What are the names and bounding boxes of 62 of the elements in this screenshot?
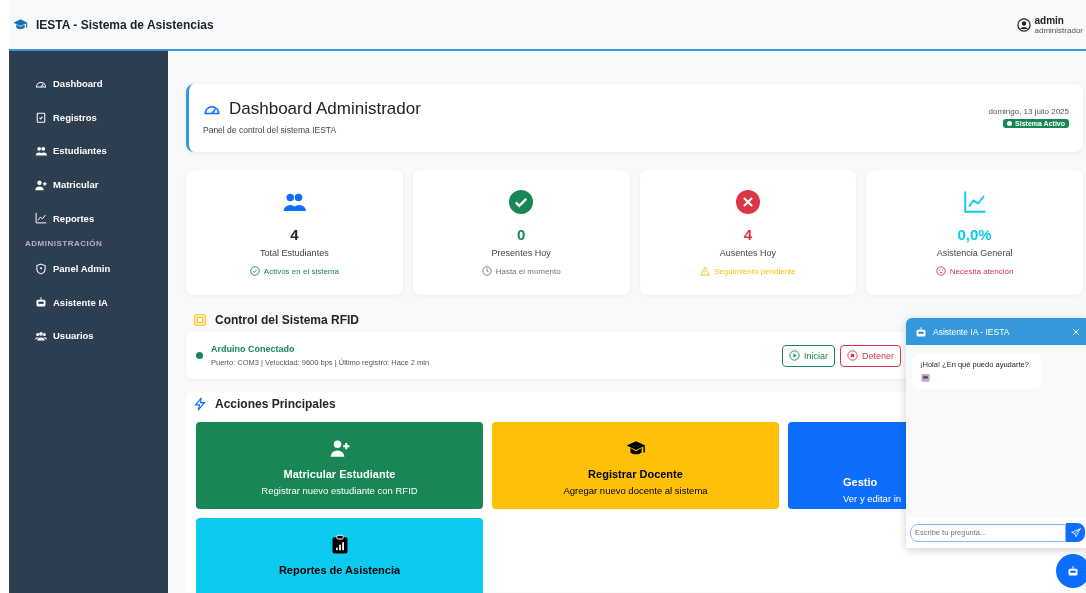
stat-label: Presentes Hoy <box>491 248 551 258</box>
close-button[interactable] <box>1071 326 1081 337</box>
user-avatar-icon <box>1016 17 1031 32</box>
stat-note: Hasta el momento <box>495 266 561 276</box>
clipboard-icon <box>35 111 47 124</box>
check-circle-icon <box>249 266 260 276</box>
chip-icon <box>193 313 207 327</box>
sidebar-item[interactable]: Registros <box>9 100 168 135</box>
stat-note: Seguimiento pendiente <box>713 266 796 276</box>
sidebar-item[interactable]: Dashboard <box>9 67 168 101</box>
sidebar-section-heading: ADMINISTRACIÓN <box>24 237 104 250</box>
action-card[interactable]: Reportes de Asistencia <box>196 518 483 593</box>
current-date: domingo, 13 julio 2025 <box>988 106 1069 116</box>
play-icon <box>788 350 800 361</box>
stat-value: 4 <box>743 226 753 243</box>
warning-icon <box>699 266 710 276</box>
people-icon <box>35 329 47 342</box>
brand-title[interactable]: IESTA - Sistema de Asistencias <box>36 17 214 32</box>
stat-label: Total Estudiantes <box>260 248 329 258</box>
robot-emoji-icon <box>920 372 931 383</box>
robot-icon <box>915 325 927 338</box>
robot-icon <box>35 296 47 309</box>
action-card[interactable]: Matricular Estudiante Registrar nuevo estudiante con RFID <box>196 422 483 509</box>
stat-value: 4 <box>290 226 299 243</box>
sidebar-item[interactable]: Panel Admin <box>9 251 168 286</box>
sidebar-item[interactable]: Reportes <box>9 201 168 235</box>
stop-button[interactable]: Detener <box>839 344 901 367</box>
stat-label: Asistencia General <box>936 248 1013 258</box>
stat-note: Necesita atención <box>949 266 1014 276</box>
status-dot <box>196 352 203 359</box>
sad-face-icon <box>935 266 946 276</box>
send-button[interactable] <box>1066 523 1085 542</box>
lightning-icon <box>193 397 207 411</box>
stop-icon <box>846 350 858 361</box>
user-name[interactable]: admin <box>1034 14 1083 26</box>
stat-note: Activos en el sistema <box>263 266 339 276</box>
line-chart-icon <box>35 212 47 225</box>
person-add-icon <box>329 438 350 458</box>
shield-icon <box>35 262 47 275</box>
send-icon <box>1070 527 1081 538</box>
page-subtitle: Panel de control del sistema IESTA <box>203 125 338 135</box>
page-title: Dashboard Administrador <box>229 99 421 119</box>
robot-icon <box>1067 565 1079 577</box>
sidebar-item[interactable]: Matricular <box>9 167 168 202</box>
sidebar-item[interactable]: Usuarios <box>9 319 168 353</box>
chat-title: Asistente IA - IESTA <box>933 326 1011 337</box>
stat-value: 0 <box>516 226 526 243</box>
action-card[interactable]: Registrar Docente Agregar nuevo docente al sistema <box>492 422 779 509</box>
device-status: Arduino Conectado <box>211 344 295 354</box>
graduation-cap-icon <box>13 17 28 32</box>
start-button[interactable]: Iniciar <box>781 344 835 367</box>
stat-value: 0,0% <box>957 226 992 243</box>
people-icon <box>35 145 47 157</box>
sidebar-item[interactable]: Estudiantes <box>9 134 168 168</box>
clock-icon <box>481 266 492 276</box>
close-icon <box>1071 326 1081 337</box>
section-title: Acciones Principales <box>215 397 336 411</box>
section-title: Control del Sistema RFID <box>215 313 360 327</box>
person-add-icon <box>35 178 47 191</box>
user-role: administrador <box>1034 25 1083 35</box>
sidebar-item[interactable]: Asistente IA <box>9 285 168 320</box>
stat-label: Ausentes Hoy <box>719 248 776 258</box>
